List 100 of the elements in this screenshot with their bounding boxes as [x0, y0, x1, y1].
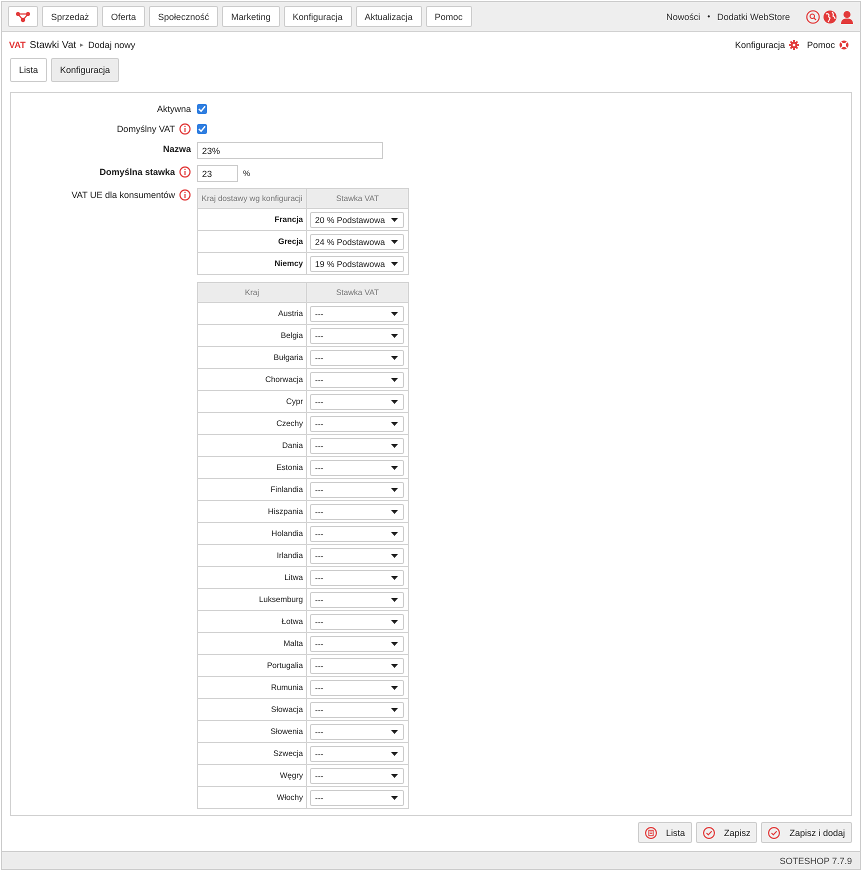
nav-button[interactable]: Sprzedaż — [42, 6, 98, 27]
breadcrumb-item: Dodaj nowy — [88, 40, 136, 50]
rate-dropdown[interactable]: 19 % Podstawowa — [310, 256, 404, 272]
rate-field[interactable]: 23 — [197, 165, 238, 182]
caret-icon — [391, 642, 398, 646]
country-cell: Czechy — [198, 413, 306, 434]
country-cell: Słowenia — [198, 721, 306, 742]
rate-dropdown[interactable]: --- — [310, 592, 404, 608]
rate-dropdown[interactable]: --- — [310, 548, 404, 564]
checkbox[interactable] — [197, 104, 207, 114]
rate-dropdown[interactable]: --- — [310, 482, 404, 498]
save-button[interactable]: Zapisz — [696, 822, 758, 843]
field-label: Aktywna — [156, 103, 191, 116]
nav-button[interactable]: Marketing — [222, 6, 280, 27]
caret-icon — [391, 708, 398, 712]
caret-icon — [391, 576, 398, 580]
country-cell: Węgry — [198, 765, 306, 786]
rate-dropdown[interactable]: --- — [310, 790, 404, 806]
caret-icon — [391, 218, 398, 222]
rate-dropdown[interactable]: --- — [310, 768, 404, 784]
rate-dropdown[interactable]: --- — [310, 702, 404, 718]
save-button[interactable]: Zapisz i dodaj — [761, 822, 852, 843]
rate-dropdown[interactable]: --- — [310, 438, 404, 454]
country-cell: Włochy — [198, 787, 306, 808]
country-cell: Dania — [198, 435, 306, 456]
rate-dropdown[interactable]: --- — [310, 570, 404, 586]
tab[interactable]: Konfiguracja — [51, 58, 120, 82]
caret-icon — [391, 400, 398, 404]
caret-icon — [391, 510, 398, 514]
check-icon — [768, 826, 780, 838]
help-link[interactable]: Pomoc — [806, 40, 835, 50]
rate-dropdown[interactable]: --- — [310, 394, 404, 410]
caret-icon — [391, 240, 398, 244]
rate-dropdown[interactable]: --- — [310, 614, 404, 630]
nav-button[interactable]: Konfiguracja — [284, 6, 352, 27]
country-cell: Szwecja — [198, 743, 306, 764]
caret-icon — [391, 488, 398, 492]
country-cell: Irlandia — [198, 545, 306, 566]
page-title: Stawki Vat — [30, 40, 76, 50]
country-cell: Austria — [198, 303, 306, 324]
nav-link[interactable]: Nowości — [666, 12, 700, 22]
rate-dropdown[interactable]: --- — [310, 350, 404, 366]
rate-dropdown[interactable]: --- — [310, 636, 404, 652]
country-cell: Litwa — [198, 567, 306, 588]
column-header: Kraj — [198, 283, 306, 302]
search-icon[interactable] — [806, 10, 820, 24]
caret-icon — [391, 312, 398, 316]
column-header: Stawka VAT — [307, 189, 408, 208]
user-icon[interactable] — [840, 10, 854, 24]
configuration-link[interactable]: Konfiguracja — [734, 40, 785, 50]
rate-dropdown[interactable]: --- — [310, 328, 404, 344]
rate-dropdown[interactable]: --- — [310, 306, 404, 322]
name-field[interactable]: 23% — [197, 142, 383, 159]
rate-dropdown[interactable]: --- — [310, 658, 404, 674]
logo-button[interactable] — [8, 6, 38, 27]
country-cell: Estonia — [198, 457, 306, 478]
field-label: VAT UE dla konsumentów — [71, 189, 175, 202]
caret-icon — [391, 356, 398, 360]
rate-dropdown[interactable]: --- — [310, 724, 404, 740]
network-icon — [16, 10, 30, 22]
nav-button[interactable]: Społeczność — [149, 6, 218, 27]
caret-icon — [391, 262, 398, 266]
rate-dropdown[interactable]: --- — [310, 460, 404, 476]
caret-icon — [391, 378, 398, 382]
rate-dropdown[interactable]: --- — [310, 680, 404, 696]
country-cell: Luksemburg — [198, 589, 306, 610]
caret-icon — [391, 664, 398, 668]
country-cell: Portugalia — [198, 655, 306, 676]
unit-label: % — [243, 169, 250, 178]
column-header: Stawka VAT — [307, 283, 408, 302]
vat-label: VAT — [9, 40, 26, 50]
country-cell: Słowacja — [198, 699, 306, 720]
nav-button[interactable]: Oferta — [102, 6, 146, 27]
rate-dropdown[interactable]: --- — [310, 746, 404, 762]
list-button[interactable]: Lista — [638, 822, 692, 843]
nav-link[interactable]: Dodatki WebStore — [717, 12, 790, 22]
rate-dropdown[interactable]: 20 % Podstawowa — [310, 212, 404, 228]
country-cell: Hiszpania — [198, 501, 306, 522]
country-cell: Łotwa — [198, 611, 306, 632]
country-cell: Chorwacja — [198, 369, 306, 390]
country-cell: Cypr — [198, 391, 306, 412]
country-cell: Finlandia — [198, 479, 306, 500]
country-cell: Niemcy — [198, 253, 306, 274]
rate-dropdown[interactable]: 24 % Podstawowa — [310, 234, 404, 250]
rate-dropdown[interactable]: --- — [310, 526, 404, 542]
globe-icon[interactable] — [823, 10, 837, 24]
country-cell: Belgia — [198, 325, 306, 346]
rate-dropdown[interactable]: --- — [310, 504, 404, 520]
check-icon — [702, 826, 715, 838]
checkbox[interactable] — [197, 124, 207, 134]
tab[interactable]: Lista — [10, 58, 48, 82]
caret-icon — [391, 620, 398, 624]
nav-button[interactable]: Pomoc — [426, 6, 472, 27]
column-header: Kraj dostawy wg konfiguracji — [198, 189, 306, 208]
caret-icon — [391, 752, 398, 756]
nav-button[interactable]: Aktualizacja — [356, 6, 422, 27]
rate-dropdown[interactable]: --- — [310, 416, 404, 432]
country-cell: Francja — [198, 209, 306, 230]
country-cell: Holandia — [198, 523, 306, 544]
rate-dropdown[interactable]: --- — [310, 372, 404, 388]
